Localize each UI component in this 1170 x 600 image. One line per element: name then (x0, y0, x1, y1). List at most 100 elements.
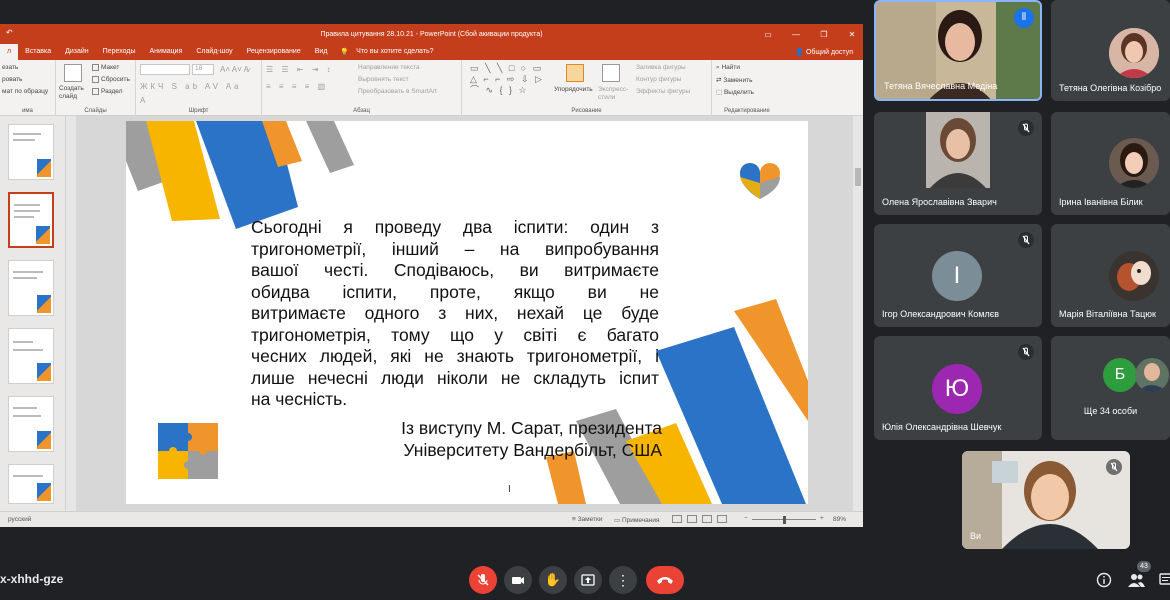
camera-toggle-button[interactable] (504, 566, 532, 594)
slideshow-view-icon[interactable] (717, 515, 727, 523)
quick-styles-icon[interactable] (602, 64, 620, 82)
participant-tile[interactable]: ⫴ Тетяна Вячеславна Медіна (874, 0, 1042, 101)
layout-button[interactable]: Макет (92, 64, 119, 71)
zoom-level[interactable]: 89% (833, 516, 846, 523)
reading-view-icon[interactable] (702, 515, 712, 523)
view-buttons[interactable] (672, 515, 727, 523)
others-tile[interactable]: Б Ще 34 особи (1051, 336, 1170, 440)
slide-thumbnail-6[interactable] (8, 464, 54, 504)
quote-line: чесних людей, які не знають тригонометрі… (251, 346, 659, 366)
shape-fill-button[interactable]: Заливка фигуры (636, 64, 686, 71)
find-button[interactable]: ⌕ Найти (716, 64, 740, 72)
more-options-button[interactable]: ⋮ (609, 566, 637, 594)
others-count: Ще 34 особи (1083, 406, 1138, 416)
participants-button[interactable] (1126, 570, 1146, 590)
thumbnails-scrollbar[interactable] (66, 116, 76, 511)
participant-tile[interactable]: Олена Ярославівна Зварич (874, 112, 1042, 215)
font-name-box[interactable] (140, 64, 190, 75)
undo-icon[interactable]: ↶ (6, 28, 13, 37)
slide-thumbnail-4[interactable] (8, 328, 54, 384)
format-painter-button[interactable]: мат по образцу (2, 88, 48, 95)
minimize-icon[interactable]: — (789, 30, 803, 39)
tab-animations[interactable]: Анимация (143, 44, 190, 60)
new-slide-icon[interactable] (64, 64, 82, 82)
font-format-icons[interactable]: ЖКЧ S ab AV Aa (140, 82, 241, 91)
zoom-out-icon[interactable]: − (744, 515, 748, 522)
avatar-photo (1109, 138, 1159, 188)
find-label: Найти (721, 64, 741, 71)
new-slide-button[interactable]: Создать слайд (59, 85, 89, 101)
chat-button[interactable] (1156, 570, 1170, 590)
participant-avatar: Б (1103, 358, 1137, 392)
restore-icon[interactable]: ❐ (817, 30, 831, 39)
share-button[interactable]: 👤 Общий доступ (795, 48, 863, 56)
participant-tile[interactable]: Марія Віталіївна Тацюк (1051, 224, 1170, 327)
tab-transitions[interactable]: Переходы (96, 44, 143, 60)
scrollbar-thumb[interactable] (855, 168, 861, 186)
reset-button[interactable]: Сбросить (92, 76, 130, 83)
section-button[interactable]: Раздел (92, 88, 122, 95)
list-icons[interactable]: ☰ ☰ ⇤ ⇥ ↕ (266, 65, 334, 74)
slide-scrollbar[interactable] (853, 116, 863, 511)
tab-home[interactable]: л (0, 44, 19, 60)
mic-toggle-button[interactable] (469, 566, 497, 594)
font-grow-shrink-icons[interactable]: A˄ A˅ A̷ (220, 65, 249, 74)
leave-call-button[interactable] (646, 566, 684, 594)
arrange-icon[interactable] (566, 64, 584, 82)
quick-styles-button[interactable]: Экспресс-стили (598, 86, 630, 102)
close-icon[interactable]: ✕ (845, 30, 859, 39)
slides-group: Создать слайд Макет Сбросить Раздел Слай… (56, 60, 136, 116)
shape-effects-button[interactable]: Эффекты фигуры (636, 88, 690, 95)
notes-button[interactable]: ≡ Заметки (572, 516, 602, 523)
normal-view-icon[interactable] (672, 515, 682, 523)
slide-attribution[interactable]: Із виступу М. Сарат, президента Універси… (401, 418, 662, 461)
font-color-icon[interactable]: A (140, 96, 145, 105)
slide-thumbnail-5[interactable] (8, 396, 54, 452)
tab-slideshow[interactable]: Слайд-шоу (189, 44, 239, 60)
slide-thumbnails-panel[interactable] (0, 116, 66, 511)
ribbon-display-icon[interactable]: ▭ (761, 30, 775, 39)
tab-design[interactable]: Дизайн (58, 44, 96, 60)
tab-review[interactable]: Рецензирование (240, 44, 308, 60)
current-slide[interactable]: Сьогодні я проведу два іспити: один з тр… (126, 121, 808, 504)
comments-button[interactable]: ▭ Примечания (614, 516, 659, 524)
arrange-button[interactable]: Упорядочить (554, 86, 593, 93)
align-icons[interactable]: ≡ ≡ ≡ ≡ ▥ (266, 82, 328, 91)
slide-thumbnail-3[interactable] (8, 260, 54, 316)
sorter-view-icon[interactable] (687, 515, 697, 523)
paragraph-group: ☰ ☰ ⇤ ⇥ ↕ ≡ ≡ ≡ ≡ ▥ Направление текста В… (262, 60, 462, 116)
more-vert-icon: ⋮ (616, 572, 630, 588)
participant-avatar (1109, 28, 1159, 78)
tell-me-search[interactable]: Что вы хотите сделать? (349, 44, 440, 60)
comments-label: Примечания (621, 517, 660, 524)
select-button[interactable]: ⬚ Выделить (716, 88, 754, 96)
self-view-tile[interactable]: Ви (962, 451, 1130, 549)
zoom-slider-knob[interactable] (783, 516, 786, 524)
tab-insert[interactable]: Вставка (18, 44, 58, 60)
shapes-gallery[interactable]: ▭ ╲ ╲ □ ○ ▭ △ ⌐ ⌐ ⇨ ⇩ ▷ ⌒ ∿ { } ☆ (470, 63, 546, 96)
zoom-in-icon[interactable]: + (820, 515, 824, 522)
present-button[interactable] (574, 566, 602, 594)
participant-tile[interactable]: Ю Юлія Олександрівна Шевчук (874, 336, 1042, 440)
smartart-button[interactable]: Преобразовать в SmartArt (358, 88, 437, 95)
editing-group-label: Редактирование (724, 108, 770, 114)
cut-button[interactable]: езать (2, 64, 18, 71)
align-text-button[interactable]: Выровнять текст (358, 76, 409, 83)
language-indicator[interactable]: русский (8, 516, 31, 523)
font-size-box[interactable]: 18 (192, 64, 214, 75)
shape-outline-button[interactable]: Контур фигуры (636, 76, 681, 83)
slide-quote-text[interactable]: Сьогодні я проведу два іспити: один з тр… (251, 217, 659, 411)
slide-thumbnail-1[interactable] (8, 124, 54, 180)
participant-tile[interactable]: Тетяна Олегівна Козібро (1051, 0, 1170, 101)
meeting-details-button[interactable] (1094, 570, 1114, 590)
participant-tile[interactable]: І Ігор Олександрович Комлєв (874, 224, 1042, 327)
raise-hand-button[interactable]: ✋ (539, 566, 567, 594)
tab-view[interactable]: Вид (308, 44, 335, 60)
copy-button[interactable]: ровать (2, 76, 22, 83)
participant-tile[interactable]: Ірина Іванівна Білик (1051, 112, 1170, 215)
text-direction-button[interactable]: Направление текста (358, 64, 420, 71)
slide-thumbnail-2[interactable] (8, 192, 54, 248)
clipboard-group-label: има (22, 108, 33, 114)
avatar-photo (1109, 251, 1159, 301)
replace-button[interactable]: ⇄ Заменить (716, 76, 752, 84)
